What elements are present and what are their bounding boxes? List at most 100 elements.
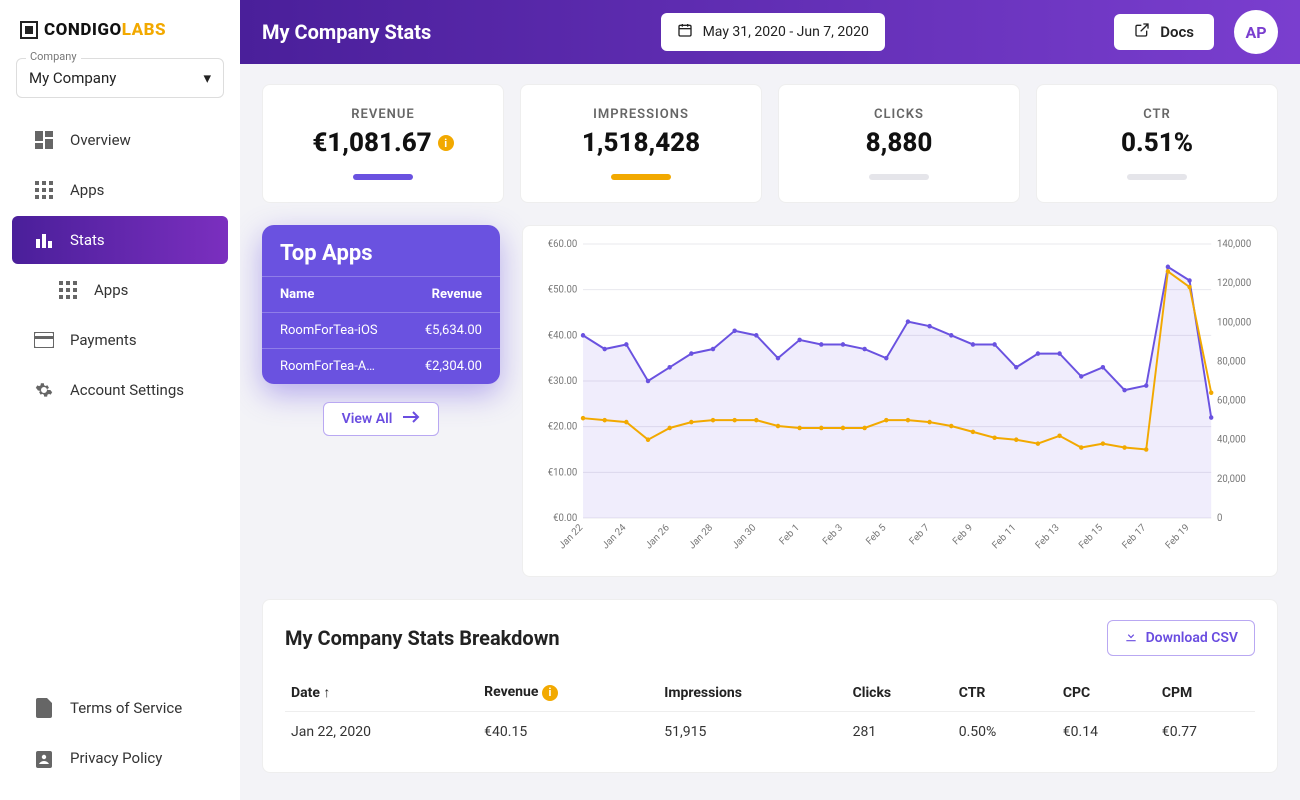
kpi-value: 8,880 bbox=[789, 128, 1009, 158]
sidebar-item-stats-apps[interactable]: Apps bbox=[12, 266, 228, 314]
svg-text:€40.00: €40.00 bbox=[548, 330, 578, 341]
breakdown-col[interactable]: CTR bbox=[953, 674, 1057, 712]
kpi-label: REVENUE bbox=[273, 107, 493, 122]
svg-text:€60.00: €60.00 bbox=[548, 239, 578, 250]
svg-text:€0.00: €0.00 bbox=[553, 513, 577, 524]
svg-text:Feb 15: Feb 15 bbox=[1077, 522, 1105, 552]
sidebar-item-label: Payments bbox=[70, 331, 137, 349]
kpi-label: CTR bbox=[1047, 107, 1267, 122]
sort-asc-icon: ↑ bbox=[323, 685, 330, 701]
download-csv-button[interactable]: Download CSV bbox=[1107, 620, 1255, 656]
kpi-card-ctr[interactable]: CTR 0.51% bbox=[1036, 84, 1278, 203]
sidebar-item-label: Apps bbox=[70, 181, 104, 199]
svg-text:€10.00: €10.00 bbox=[548, 467, 578, 478]
breakdown-row: Jan 22, 2020€40.1551,9152810.50%€0.14€0.… bbox=[285, 712, 1255, 753]
svg-text:Jan 28: Jan 28 bbox=[687, 522, 715, 551]
kpi-card-impressions[interactable]: IMPRESSIONS 1,518,428 bbox=[520, 84, 762, 203]
kpi-value: 0.51% bbox=[1047, 128, 1267, 158]
sidebar-item-account-settings[interactable]: Account Settings bbox=[12, 366, 228, 414]
breakdown-title: My Company Stats Breakdown bbox=[285, 626, 560, 650]
arrow-right-icon bbox=[402, 411, 420, 427]
view-all-label: View All bbox=[342, 411, 393, 427]
svg-text:€50.00: €50.00 bbox=[548, 285, 578, 296]
docs-button[interactable]: Docs bbox=[1114, 14, 1214, 50]
badge-icon bbox=[34, 748, 54, 768]
dashboard-icon bbox=[34, 130, 54, 150]
grid-icon bbox=[58, 280, 78, 300]
sidebar-item-payments[interactable]: Payments bbox=[12, 316, 228, 364]
avatar[interactable]: AP bbox=[1234, 10, 1278, 54]
view-all-button[interactable]: View All bbox=[323, 402, 440, 436]
page-title: My Company Stats bbox=[262, 20, 431, 44]
svg-text:Feb 7: Feb 7 bbox=[907, 522, 932, 548]
svg-text:40,000: 40,000 bbox=[1217, 435, 1246, 446]
top-apps-row[interactable]: RoomForTea-A…€2,304.00 bbox=[262, 349, 500, 385]
date-range-picker[interactable]: May 31, 2020 - Jun 7, 2020 bbox=[661, 13, 885, 51]
gear-icon bbox=[34, 380, 54, 400]
svg-text:Feb 5: Feb 5 bbox=[864, 522, 889, 548]
svg-text:0: 0 bbox=[1217, 513, 1222, 524]
sidebar-item-overview[interactable]: Overview bbox=[12, 116, 228, 164]
kpi-bar bbox=[1127, 174, 1187, 180]
breakdown-col[interactable]: Revenue i bbox=[478, 674, 658, 712]
svg-text:Feb 17: Feb 17 bbox=[1120, 522, 1148, 552]
breakdown-col[interactable]: Date ↑ bbox=[285, 674, 478, 712]
kpi-card-revenue[interactable]: REVENUE €1,081.67i bbox=[262, 84, 504, 203]
svg-text:80,000: 80,000 bbox=[1217, 356, 1246, 367]
svg-text:Jan 30: Jan 30 bbox=[730, 522, 758, 551]
kpi-value: 1,518,428 bbox=[531, 128, 751, 158]
svg-text:Feb 13: Feb 13 bbox=[1034, 522, 1062, 551]
sidebar-item-label: Overview bbox=[70, 131, 131, 149]
svg-text:Feb 1: Feb 1 bbox=[778, 522, 802, 547]
sidebar-item-label: Privacy Policy bbox=[70, 749, 162, 767]
bar-chart-icon bbox=[34, 230, 54, 250]
svg-text:120,000: 120,000 bbox=[1217, 278, 1251, 289]
svg-text:100,000: 100,000 bbox=[1217, 317, 1251, 328]
sidebar-item-label: Account Settings bbox=[70, 381, 184, 399]
external-link-icon bbox=[1134, 22, 1150, 42]
kpi-label: IMPRESSIONS bbox=[531, 107, 751, 122]
grid-icon bbox=[34, 180, 54, 200]
sidebar-item-label: Terms of Service bbox=[70, 699, 182, 717]
breakdown-col[interactable]: Impressions bbox=[658, 674, 846, 712]
document-icon bbox=[34, 698, 54, 718]
svg-text:20,000: 20,000 bbox=[1217, 474, 1246, 485]
credit-card-icon bbox=[34, 330, 54, 350]
info-icon: i bbox=[438, 135, 454, 151]
sidebar-item-privacy[interactable]: Privacy Policy bbox=[12, 734, 228, 782]
svg-text:Feb 9: Feb 9 bbox=[951, 522, 975, 547]
sidebar-item-stats[interactable]: Stats bbox=[12, 216, 228, 264]
docs-button-label: Docs bbox=[1160, 23, 1194, 41]
info-icon: i bbox=[542, 685, 558, 701]
svg-text:60,000: 60,000 bbox=[1217, 395, 1246, 406]
top-apps-row[interactable]: RoomForTea-iOS€5,634.00 bbox=[262, 313, 500, 349]
sidebar-item-terms[interactable]: Terms of Service bbox=[12, 684, 228, 732]
company-selector[interactable]: Company My Company ▾ bbox=[16, 58, 224, 98]
svg-text:Jan 24: Jan 24 bbox=[600, 522, 628, 552]
svg-text:Feb 11: Feb 11 bbox=[990, 522, 1018, 551]
kpi-card-clicks[interactable]: CLICKS 8,880 bbox=[778, 84, 1020, 203]
svg-text:€30.00: €30.00 bbox=[548, 376, 578, 387]
top-apps-col-revenue: Revenue bbox=[402, 277, 500, 313]
svg-text:Jan 26: Jan 26 bbox=[644, 522, 672, 552]
svg-text:Feb 3: Feb 3 bbox=[821, 522, 845, 547]
svg-text:140,000: 140,000 bbox=[1217, 239, 1251, 250]
breakdown-col[interactable]: Clicks bbox=[847, 674, 953, 712]
svg-text:Jan 22: Jan 22 bbox=[557, 522, 585, 552]
svg-text:Feb 19: Feb 19 bbox=[1164, 522, 1192, 551]
sidebar-item-apps[interactable]: Apps bbox=[12, 166, 228, 214]
sidebar-item-label: Stats bbox=[70, 231, 105, 249]
top-apps-card: Top Apps Name Revenue RoomForTea-iOS€5,6… bbox=[262, 225, 500, 384]
download-icon bbox=[1124, 629, 1138, 647]
kpi-bar bbox=[869, 174, 929, 180]
revenue-impressions-chart: €0.00 €10.00 €20.00 €30.00 €40.00 €50.00 €60.0… bbox=[522, 225, 1278, 577]
sidebar-item-label: Apps bbox=[94, 281, 128, 299]
breakdown-col[interactable]: CPC bbox=[1057, 674, 1156, 712]
breakdown-col[interactable]: CPM bbox=[1156, 674, 1255, 712]
top-apps-col-name: Name bbox=[262, 277, 402, 313]
company-selector-label: Company bbox=[26, 50, 81, 63]
kpi-bar bbox=[353, 174, 413, 180]
date-range-value: May 31, 2020 - Jun 7, 2020 bbox=[703, 24, 869, 40]
chevron-down-icon: ▾ bbox=[203, 69, 211, 87]
svg-text:€20.00: €20.00 bbox=[548, 422, 578, 433]
